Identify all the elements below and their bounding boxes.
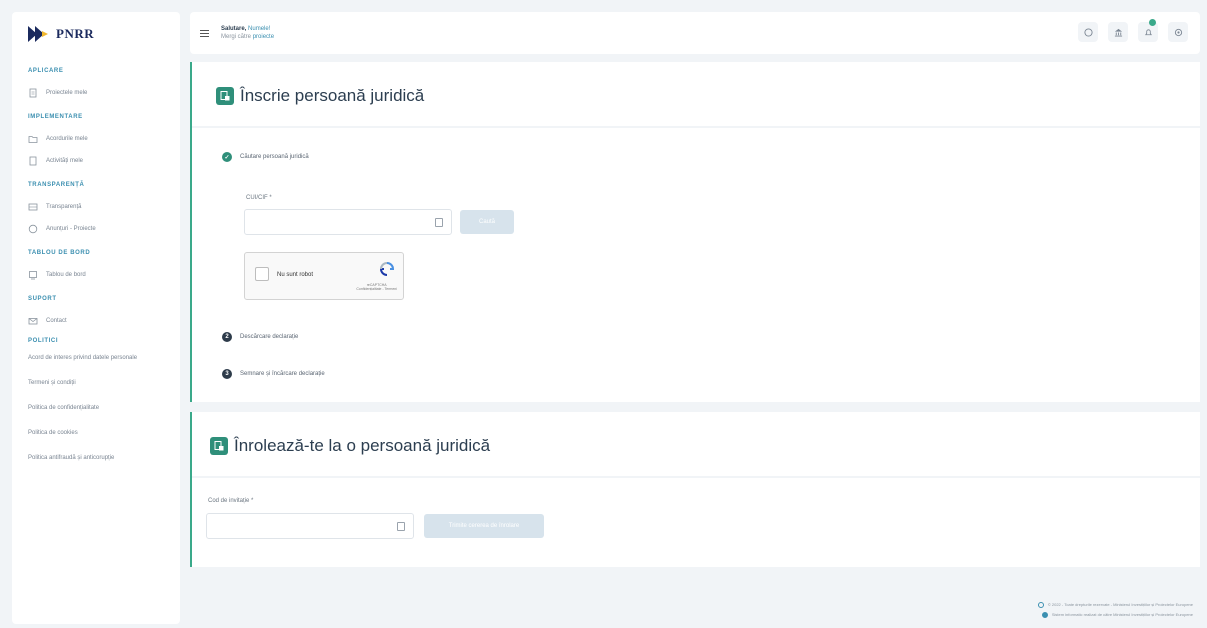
policy-link[interactable]: Politica antifraudă și anticorupție [28, 452, 180, 477]
search-button[interactable]: Caută [460, 210, 514, 234]
captcha-links[interactable]: Confidențialitate - Termeni [356, 287, 397, 291]
nav-section-title: SUPORT [28, 296, 57, 302]
step-sign: 3 Semnare și încărcare declarație [222, 369, 325, 379]
step-label: Descărcare declarație [240, 334, 299, 340]
recaptcha-widget: Nu sunt robot reCAPTCHA Confidențialitate… [244, 252, 404, 300]
step-label: Semnare și încărcare declarație [240, 371, 325, 377]
greeting-hello: Salutare, [221, 26, 247, 32]
topbar: Salutare, Numele! Mergi către proiecte [190, 12, 1200, 54]
bell-icon[interactable] [1138, 19, 1158, 42]
card-header: Înscrie persoană juridică [216, 86, 424, 106]
policy-link[interactable]: Politica de confidențialitate [28, 402, 180, 427]
policy-link[interactable]: Politica de cookies [28, 427, 180, 452]
help-icon[interactable] [1078, 22, 1098, 42]
nav-section-title: APLICARE [28, 68, 64, 74]
nav-section-title: POLITICI [28, 338, 59, 344]
policy-link[interactable]: Acord de interes privind datele personal… [28, 352, 180, 377]
form-icon [210, 437, 228, 455]
sidebar-item-anunturi[interactable]: Anunțuri - Proiecte [28, 218, 180, 240]
step-number: 2 [222, 332, 232, 342]
calculator-icon [397, 522, 405, 531]
logo-text: PNRR [56, 26, 95, 41]
sidebar-item-tablou[interactable]: Tablou de bord [28, 264, 180, 286]
divider [192, 476, 1200, 478]
card-title: Înscrie persoană juridică [240, 86, 425, 105]
captcha-checkbox[interactable] [255, 267, 269, 281]
sidebar: PNRR APLICARE Proiectele mele IMPLEMENTA… [12, 12, 180, 624]
sidebar-item-label: Anunțuri - Proiecte [46, 226, 96, 232]
greeting-sub: Mergi către [221, 34, 252, 40]
notification-dot [1149, 19, 1156, 26]
send-request-button[interactable]: Trimite cererea de înrolare [424, 514, 544, 538]
form-icon [216, 87, 234, 105]
logo[interactable]: PNRR [12, 12, 180, 58]
projects-link[interactable]: proiecte [253, 34, 274, 40]
sidebar-item-label: Activități mele [46, 158, 84, 164]
menu-icon[interactable] [200, 29, 209, 37]
calculator-icon [435, 218, 443, 227]
captcha-label: Nu sunt robot [277, 272, 314, 278]
info-icon [28, 224, 38, 234]
document-icon [29, 156, 37, 166]
sidebar-nav: APLICARE Proiectele mele IMPLEMENTARE Ac… [12, 68, 180, 477]
card-header: Înrolează-te la o persoană juridică [210, 436, 490, 456]
sidebar-item-label: Acordurile mele [46, 136, 88, 142]
folder-icon [28, 136, 38, 143]
settings-icon[interactable] [1168, 22, 1188, 42]
sidebar-item-proiecte[interactable]: Proiectele mele [28, 82, 180, 104]
bank-icon[interactable] [1108, 22, 1128, 42]
cui-label: CUI/CIF * [246, 195, 272, 201]
pnrr-logo-icon [28, 26, 48, 42]
cui-input[interactable] [244, 209, 452, 235]
invite-label: Cod de invitație * [208, 498, 254, 504]
sidebar-item-label: Contact [46, 318, 67, 324]
card-title: Înrolează-te la o persoană juridică [234, 436, 491, 455]
policy-link[interactable]: Termeni și condiții [28, 377, 180, 402]
sidebar-item-contact[interactable]: Contact [28, 310, 180, 332]
step-search: ✓ Căutare persoană juridică [222, 152, 309, 162]
greeting-name: Numele! [248, 26, 271, 32]
enroll-legal-entity-card: Înrolează-te la o persoană juridică Cod … [190, 412, 1200, 567]
register-legal-entity-card: Înscrie persoană juridică ✓ Căutare pers… [190, 62, 1200, 402]
nav-section-title: TRANSPARENȚĂ [28, 182, 85, 188]
check-icon: ✓ [222, 152, 232, 162]
footer-line-2: Sistem informatic realizat de către Mini… [1051, 612, 1193, 617]
divider [192, 126, 1200, 128]
sidebar-item-label: Proiectele mele [46, 90, 88, 96]
file-icon [29, 88, 37, 98]
mail-icon [28, 318, 38, 325]
recaptcha-icon [379, 262, 395, 276]
step-download: 2 Descărcare declarație [222, 332, 298, 342]
step-number: 3 [222, 369, 232, 379]
copyright-icon [1037, 602, 1044, 608]
greeting: Salutare, Numele! Mergi către proiecte [221, 25, 274, 41]
ministry-icon [1041, 612, 1048, 618]
footer-line-1: © 2022 - Toate drepturile rezervate - Mi… [1047, 602, 1193, 607]
sidebar-item-label: Transparență [46, 204, 82, 210]
sidebar-item-label: Tablou de bord [46, 272, 86, 278]
top-icons [1078, 19, 1188, 42]
sidebar-item-transparenta[interactable]: Transparență [28, 196, 180, 218]
sidebar-item-activitati[interactable]: Activități mele [28, 150, 180, 172]
dashboard-icon [29, 271, 37, 280]
invite-code-input[interactable] [206, 513, 414, 539]
sidebar-item-acorduri[interactable]: Acordurile mele [28, 128, 180, 150]
nav-section-title: TABLOU DE BORD [28, 250, 91, 256]
footer: © 2022 - Toate drepturile rezervate - Mi… [1037, 600, 1193, 620]
nav-section-title: IMPLEMENTARE [28, 114, 83, 120]
table-icon [28, 203, 38, 211]
step-label: Căutare persoană juridică [240, 154, 309, 160]
